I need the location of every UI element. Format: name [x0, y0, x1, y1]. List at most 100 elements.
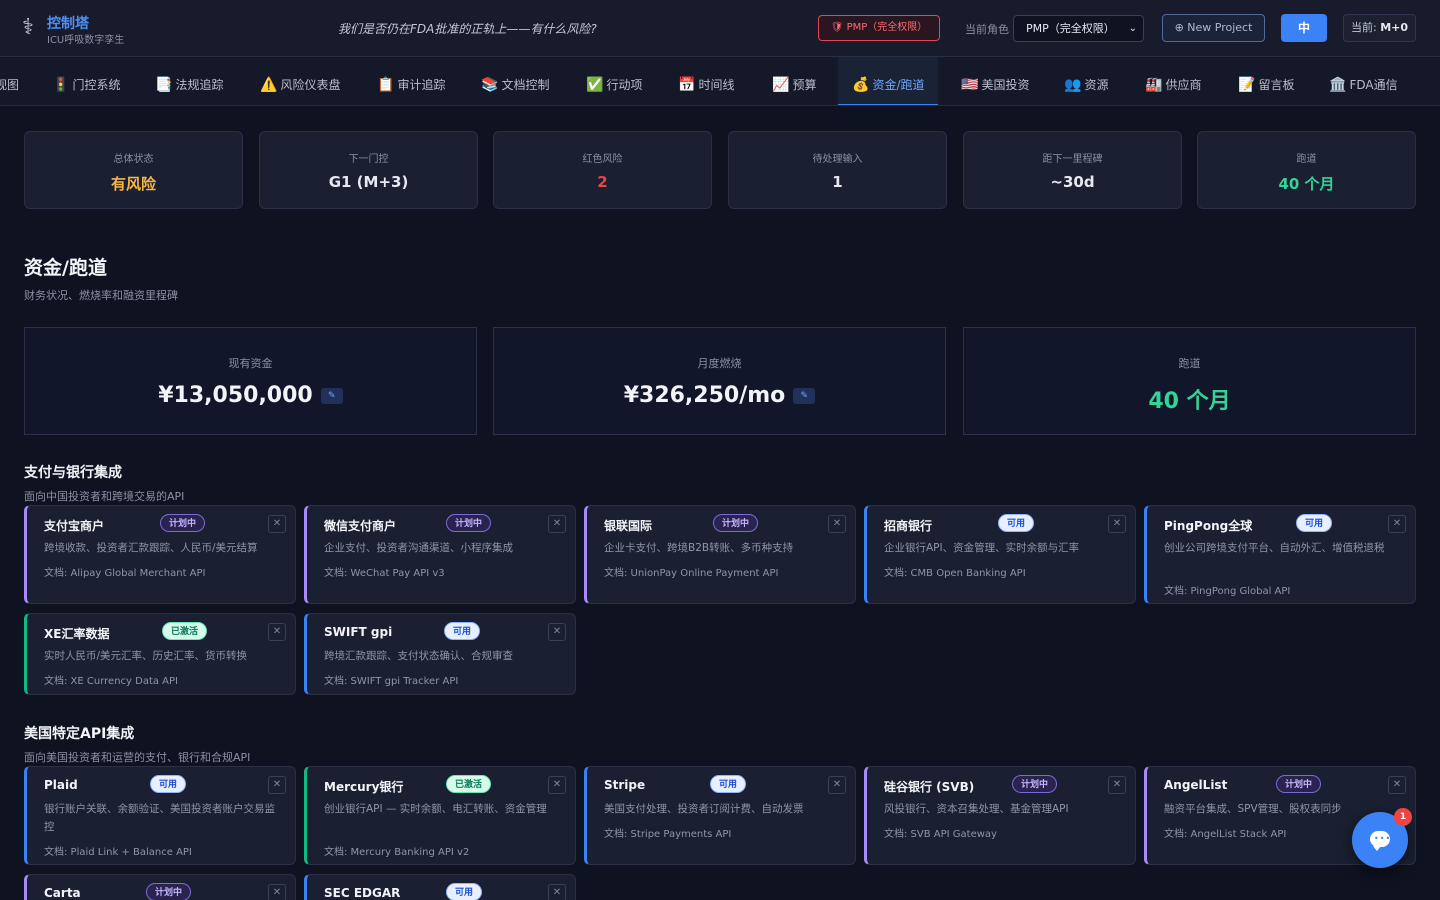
- edit-burn-button[interactable]: ✎: [793, 388, 816, 404]
- role-label: 当前角色: [965, 23, 1009, 36]
- close-icon[interactable]: ✕: [548, 884, 566, 900]
- stat-next-gate: 下一门控 G1 (M+3): [259, 131, 478, 209]
- chart-icon: 📈: [772, 77, 790, 93]
- section-title: 资金/跑道: [24, 257, 107, 279]
- close-icon[interactable]: ✕: [548, 776, 566, 794]
- money-bag-icon: 💰: [852, 77, 870, 93]
- app-title: 控制塔: [47, 16, 89, 32]
- tab-risk[interactable]: ⚠️ 风险仪表盘: [260, 57, 340, 105]
- tab-overview[interactable]: 视图: [0, 57, 19, 105]
- api-card-stripe[interactable]: Stripe 可用 ✕ 美国支付处理、投资者订阅计费、自动发票 文档: Stri…: [584, 766, 856, 865]
- tab-documents[interactable]: 📚 文档控制: [481, 57, 549, 105]
- checkmark-icon: ✅: [586, 77, 604, 93]
- books-icon: 📚: [481, 77, 499, 93]
- section-subtitle: 财务状况、燃烧率和融资里程碑: [24, 289, 178, 302]
- status-badge: 已激活: [446, 775, 492, 793]
- api-card-unionpay[interactable]: 银联国际 计划中 ✕ 企业卡支付、跨境B2B转账、多币种支持 文档: Union…: [584, 505, 856, 604]
- tab-budget[interactable]: 📈 预算: [772, 57, 816, 105]
- api-card-swift-gpi[interactable]: SWIFT gpi 可用 ✕ 跨境汇款跟踪、支付状态确认、合规审查 文档: SW…: [304, 613, 576, 695]
- tab-us-investment[interactable]: 🇺🇸 美国投资: [961, 57, 1029, 105]
- notification-badge: 1: [1394, 808, 1412, 826]
- chat-button[interactable]: ••• 1: [1352, 808, 1412, 868]
- tab-bar: 视图 🚦门控系统 📑法规追踪 ⚠️风险仪表盘 📋审计追踪 📚文档控制 ✅行动项 …: [0, 57, 1440, 106]
- status-badge: 计划中: [713, 514, 759, 532]
- tab-regulatory[interactable]: 📑 法规追踪: [155, 57, 223, 105]
- status-badge: 已激活: [162, 622, 208, 640]
- api-card-xe-rates[interactable]: XE汇率数据 已激活 ✕ 实时人民币/美元汇率、历史汇率、货币转换 文档: XE…: [24, 613, 296, 695]
- runway-value: 40 个月: [1148, 389, 1231, 414]
- close-icon[interactable]: ✕: [1108, 776, 1126, 794]
- close-icon[interactable]: ✕: [1388, 515, 1406, 533]
- tab-resources[interactable]: 👥 资源: [1064, 57, 1108, 105]
- stat-runway: 跑道 40 个月: [1197, 131, 1416, 209]
- memo-icon: 📝: [1238, 77, 1256, 93]
- status-badge: 可用: [446, 883, 483, 900]
- role-select[interactable]: PMP（完全权限） ⌄: [1013, 15, 1144, 42]
- people-icon: 👥: [1064, 77, 1082, 93]
- top-bar: ⚕ 控制塔 ICU呼吸数字孪生 我们是否仍在FDA批准的正轨上——有什么风险? …: [0, 0, 1440, 57]
- close-icon[interactable]: ✕: [268, 623, 286, 641]
- cn-api-group-title: 支付与银行集成: [24, 465, 122, 481]
- tagline: 我们是否仍在FDA批准的正轨上——有什么风险?: [338, 22, 597, 36]
- chevron-down-icon: ⌄: [1128, 23, 1137, 34]
- tab-timeline[interactable]: 📅 时间线: [678, 57, 734, 105]
- tab-audit[interactable]: 📋 审计追踪: [377, 57, 445, 105]
- us-api-group-subtitle: 面向美国投资者和运营的支付、银行和合规API: [24, 751, 251, 764]
- burn-card: 月度燃烧 ¥326,250/mo ✎: [493, 327, 946, 435]
- api-card-alipay[interactable]: 支付宝商户 计划中 ✕ 跨境收款、投资者汇款跟踪、人民币/美元结算 文档: Al…: [24, 505, 296, 604]
- tab-suppliers[interactable]: 🏭 供应商: [1145, 57, 1201, 105]
- close-icon[interactable]: ✕: [1388, 776, 1406, 794]
- factory-icon: 🏭: [1145, 77, 1163, 93]
- close-icon[interactable]: ✕: [1108, 515, 1126, 533]
- api-card-sec-edgar[interactable]: SEC EDGAR 可用 ✕: [304, 874, 576, 900]
- app-subtitle: ICU呼吸数字孪生: [47, 35, 125, 46]
- edit-cash-button[interactable]: ✎: [320, 388, 343, 404]
- tab-funding-runway[interactable]: 💰 资金/跑道: [838, 57, 939, 105]
- api-card-cmb[interactable]: 招商银行 可用 ✕ 企业银行API、资金管理、实时余额与汇率 文档: CMB O…: [864, 505, 1136, 604]
- chat-bubble-icon: •••: [1370, 831, 1390, 851]
- document-icon: 📑: [155, 77, 173, 93]
- close-icon[interactable]: ✕: [828, 776, 846, 794]
- burn-value: ¥326,250/mo: [623, 383, 786, 408]
- api-card-carta[interactable]: Carta 计划中 ✕: [24, 874, 296, 900]
- api-card-svb[interactable]: 硅谷银行 (SVB) 计划中 ✕ 风投银行、资本召集处理、基金管理API 文档:…: [864, 766, 1136, 865]
- pmp-badge: 🛡 PMP（完全权限）: [818, 15, 940, 41]
- api-card-plaid[interactable]: Plaid 可用 ✕ 银行账户关联、余额验证、美国投资者账户交易监控 文档: P…: [24, 766, 296, 865]
- status-badge: 计划中: [146, 883, 192, 900]
- api-card-pingpong[interactable]: PingPong全球 可用 ✕ 创业公司跨境支付平台、自动外汇、增值税退税 文档…: [1144, 505, 1416, 604]
- status-badge: 可用: [444, 622, 481, 640]
- close-icon[interactable]: ✕: [268, 776, 286, 794]
- status-badge: 可用: [1296, 514, 1333, 532]
- stat-pending-inputs: 待处理输入 1: [728, 131, 947, 209]
- stat-red-risks: 红色风险 2: [493, 131, 712, 209]
- current-month-indicator[interactable]: 当前: M+0: [1343, 14, 1416, 42]
- status-badge: 计划中: [1276, 775, 1322, 793]
- traffic-light-icon: 🚦: [52, 77, 70, 93]
- tab-message-board[interactable]: 📝 留言板: [1238, 57, 1294, 105]
- status-badge: 可用: [150, 775, 187, 793]
- stat-overall-status: 总体状态 有风险: [24, 131, 243, 209]
- warning-icon: ⚠️: [260, 77, 278, 93]
- calendar-icon: 📅: [678, 77, 696, 93]
- api-card-mercury[interactable]: Mercury银行 已激活 ✕ 创业银行API — 实时余额、电汇转账、资金管理…: [304, 766, 576, 865]
- close-icon[interactable]: ✕: [548, 623, 566, 641]
- close-icon[interactable]: ✕: [548, 515, 566, 533]
- status-badge: 可用: [710, 775, 747, 793]
- stat-next-milestone: 距下一里程碑 ~30d: [963, 131, 1182, 209]
- cash-card: 现有资金 ¥13,050,000 ✎: [24, 327, 477, 435]
- runway-card: 跑道 40 个月: [963, 327, 1416, 435]
- clipboard-icon: 📋: [377, 77, 395, 93]
- language-toggle-button[interactable]: 中: [1281, 14, 1327, 42]
- close-icon[interactable]: ✕: [828, 515, 846, 533]
- close-icon[interactable]: ✕: [268, 515, 286, 533]
- status-badge: 计划中: [446, 514, 492, 532]
- close-icon[interactable]: ✕: [268, 884, 286, 900]
- tab-fda-comms[interactable]: 🏛️ FDA通信: [1329, 57, 1398, 105]
- api-card-wechat-pay[interactable]: 微信支付商户 计划中 ✕ 企业支付、投资者沟通渠道、小程序集成 文档: WeCh…: [304, 505, 576, 604]
- tab-actions[interactable]: ✅ 行动项: [586, 57, 642, 105]
- new-project-button[interactable]: ⊕ New Project: [1162, 14, 1265, 42]
- tab-gates[interactable]: 🚦 门控系统: [52, 57, 120, 105]
- cn-api-group-subtitle: 面向中国投资者和跨境交易的API: [24, 490, 185, 503]
- us-flag-icon: 🇺🇸: [961, 77, 979, 93]
- us-api-group-title: 美国特定API集成: [24, 726, 135, 742]
